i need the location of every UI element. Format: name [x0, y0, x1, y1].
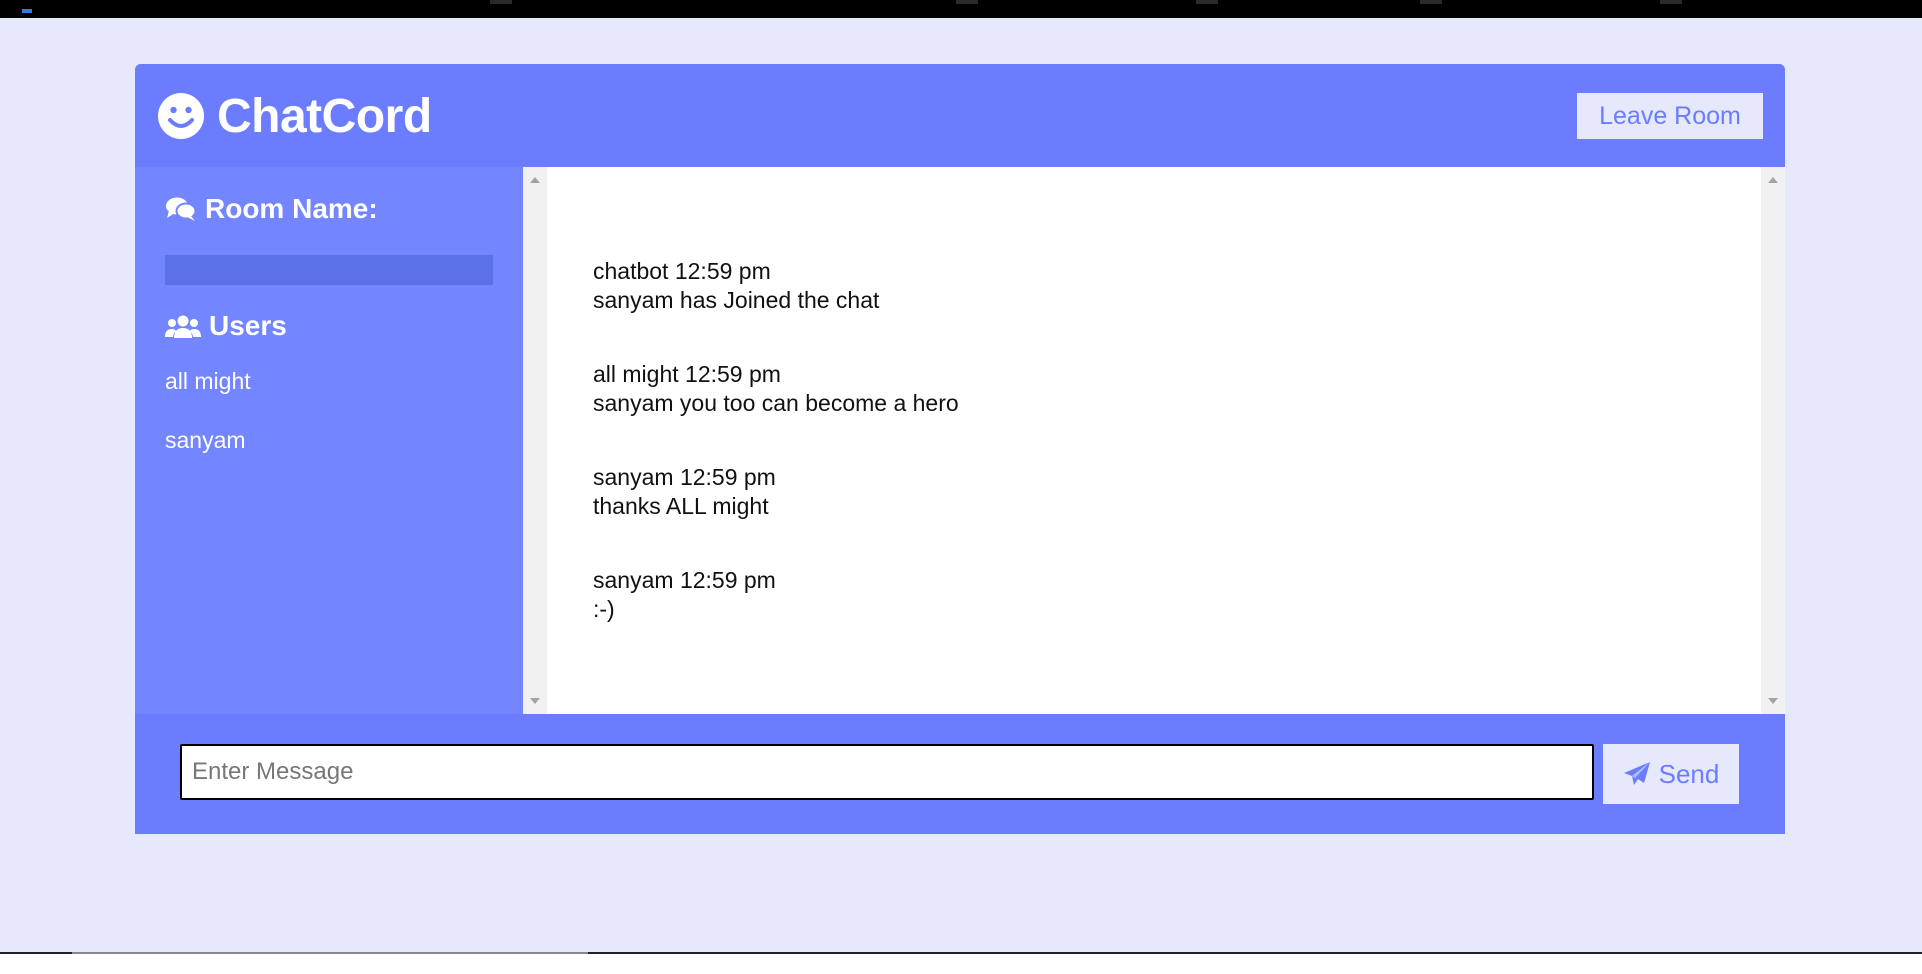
taskbar-app-icon[interactable] — [1196, 0, 1218, 4]
users-list: all might sanyam — [165, 367, 251, 485]
user-item: sanyam — [165, 427, 246, 453]
room-name-label: Room Name: — [205, 193, 378, 224]
taskbar-app-icon[interactable] — [490, 0, 512, 4]
message-time: 12:59 pm — [679, 567, 776, 593]
message-user: all might — [593, 361, 679, 387]
brand: ChatCord — [157, 89, 432, 143]
sidebar: Room Name: Users all might sanyam — [135, 167, 523, 714]
message: sanyam 12:59 pm thanks ALL might — [593, 463, 776, 521]
users-icon — [165, 315, 201, 338]
smile-icon — [158, 93, 204, 139]
message-time: 12:59 pm — [674, 258, 771, 284]
send-label: Send — [1658, 758, 1720, 789]
taskbar-app-icon[interactable] — [956, 0, 978, 4]
leave-room-button[interactable]: Leave Room — [1577, 93, 1763, 139]
message-meta: sanyam 12:59 pm — [593, 463, 776, 492]
message-user: sanyam — [593, 464, 674, 490]
message-time: 12:59 pm — [685, 361, 781, 387]
taskbar-app-icon[interactable] — [1660, 0, 1682, 4]
scroll-up-icon[interactable] — [1768, 177, 1778, 183]
message: all might 12:59 pm sanyam you too can be… — [593, 360, 959, 418]
message-user: chatbot — [593, 258, 669, 284]
message-meta: all might 12:59 pm — [593, 360, 959, 389]
message-user: sanyam — [593, 567, 674, 593]
send-button[interactable]: Send — [1603, 744, 1739, 804]
users-label: Users — [209, 310, 287, 341]
bottom-divider-segment — [72, 952, 588, 954]
users-heading: Users — [165, 310, 287, 342]
app-title: ChatCord — [217, 89, 432, 143]
message-time: 12:59 pm — [679, 464, 776, 490]
message-text: thanks ALL might — [593, 493, 769, 519]
chat-container: ChatCord Leave Room Room Name: Users all… — [135, 64, 1785, 834]
message-text: sanyam has Joined the chat — [593, 287, 880, 313]
paper-plane-icon — [1623, 762, 1650, 785]
message-meta: sanyam 12:59 pm — [593, 566, 776, 595]
user-item: all might — [165, 368, 251, 394]
room-name-value — [165, 255, 493, 285]
scroll-up-icon[interactable] — [530, 177, 540, 183]
message: chatbot 12:59 pm sanyam has Joined the c… — [593, 257, 879, 315]
message-form: Send — [135, 714, 1785, 834]
message-input[interactable] — [180, 744, 1594, 800]
chat-messages[interactable]: chatbot 12:59 pm sanyam has Joined the c… — [523, 167, 1785, 714]
os-taskbar — [0, 0, 1922, 31]
chat-header: ChatCord Leave Room — [135, 64, 1785, 167]
right-scrollbar[interactable] — [1761, 167, 1785, 714]
bottom-divider — [0, 952, 1922, 954]
scroll-down-icon[interactable] — [530, 698, 540, 704]
windows-logo-icon[interactable] — [22, 0, 44, 31]
taskbar-app-icon[interactable] — [1420, 0, 1442, 4]
message-meta: chatbot 12:59 pm — [593, 257, 879, 286]
message-text: sanyam you too can become a hero — [593, 390, 959, 416]
message: sanyam 12:59 pm :-) — [593, 566, 776, 624]
scroll-down-icon[interactable] — [1768, 698, 1778, 704]
room-name-heading: Room Name: — [165, 193, 378, 225]
left-scrollbar[interactable] — [523, 167, 547, 714]
message-text: :-) — [593, 596, 615, 622]
comments-icon — [166, 197, 197, 221]
